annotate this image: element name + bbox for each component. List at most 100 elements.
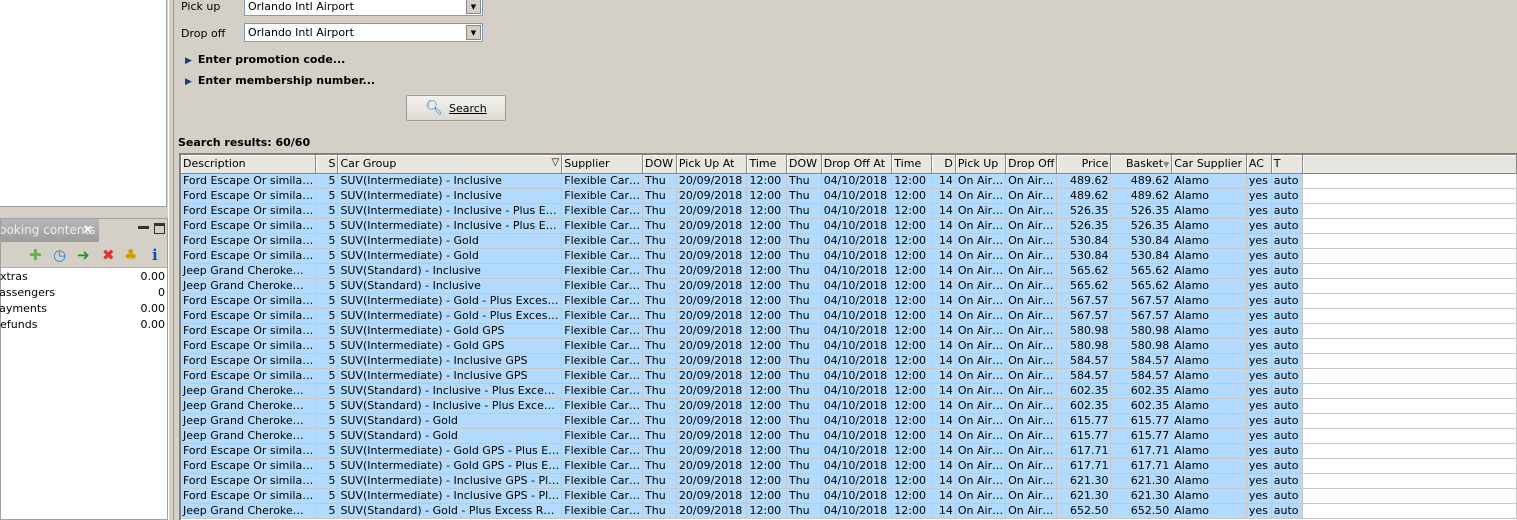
- table-row[interactable]: Jeep Grand Cheroke… 5 SUV(Standard) - Incl…: [181, 383, 1517, 399]
- table-row[interactable]: Ford Escape Or simila… 5 SUV(Intermediate)…: [181, 353, 1517, 369]
- cell-basket: 580.98: [1110, 338, 1173, 354]
- column-header[interactable]: Car Group ▽: [337, 155, 563, 174]
- column-header-label: Time: [749, 157, 777, 171]
- cell-dow: Thu: [642, 323, 677, 339]
- column-header[interactable]: DOW: [642, 155, 677, 174]
- table-row[interactable]: Ford Escape Or simila… 5 SUV(Intermediate)…: [181, 248, 1517, 264]
- cell-drop-off: On Air…: [1005, 458, 1058, 474]
- column-header[interactable]: Time: [746, 155, 787, 174]
- table-row[interactable]: Ford Escape Or simila… 5 SUV(Intermediate)…: [181, 233, 1517, 249]
- column-header[interactable]: Pick Up At: [676, 155, 748, 174]
- cell-car-group: SUV(Intermediate) - Gold GPS: [337, 338, 563, 354]
- cell-dow: Thu: [642, 173, 677, 189]
- column-header[interactable]: Supplier: [561, 155, 644, 174]
- delete-icon[interactable]: ✖: [102, 246, 115, 264]
- cell-time: 12:00: [746, 203, 787, 219]
- cell-supplier: Flexible Car…: [561, 203, 644, 219]
- table-row[interactable]: Ford Escape Or simila… 5 SUV(Intermediate)…: [181, 173, 1517, 189]
- membership-expander[interactable]: ▶ Enter membership number...: [185, 74, 375, 87]
- cell-t: auto: [1271, 488, 1303, 504]
- table-row[interactable]: Ford Escape Or simila… 5 SUV(Intermediate)…: [181, 218, 1517, 234]
- cell-description: Ford Escape Or simila…: [181, 308, 317, 324]
- cell-supplier: Flexible Car…: [561, 323, 644, 339]
- column-header[interactable]: DOW: [786, 155, 822, 174]
- tab-booking-contents[interactable]: Booking contents ✕: [1, 219, 99, 242]
- add-icon[interactable]: ✚: [29, 246, 42, 264]
- table-row[interactable]: Ford Escape Or simila… 5 SUV(Intermediate)…: [181, 473, 1517, 489]
- column-header[interactable]: D: [931, 155, 956, 174]
- cell-pick-up-at: 20/09/2018: [676, 233, 748, 249]
- cell-s: 5: [315, 353, 339, 369]
- pickup-select[interactable]: Orlando Intl Airport ▼: [244, 0, 483, 16]
- cell-time: 12:00: [746, 503, 787, 519]
- column-header[interactable]: AC: [1246, 155, 1272, 174]
- splitter[interactable]: [168, 0, 174, 520]
- row-filler: [1302, 323, 1517, 339]
- promotion-expander[interactable]: ▶ Enter promotion code...: [185, 53, 345, 66]
- cell-ac: yes: [1246, 383, 1272, 399]
- cell-car-supplier: Alamo: [1171, 458, 1247, 474]
- column-header[interactable]: Time: [891, 155, 932, 174]
- cell-description: Ford Escape Or simila…: [181, 173, 317, 189]
- cell-drop-off: On Air…: [1005, 338, 1058, 354]
- table-row[interactable]: Jeep Grand Cheroke… 5 SUV(Standard) - Gold…: [181, 413, 1517, 429]
- filter-icon[interactable]: ▽: [552, 157, 560, 168]
- column-header[interactable]: Drop Off At: [821, 155, 893, 174]
- cell-basket: 602.35: [1110, 383, 1173, 399]
- cell-description: Ford Escape Or simila…: [181, 368, 317, 384]
- cell-pick-up: On Air…: [955, 293, 1007, 309]
- table-row[interactable]: Ford Escape Or simila… 5 SUV(Intermediate)…: [181, 488, 1517, 504]
- chevron-down-icon[interactable]: ▼: [466, 0, 481, 14]
- table-row[interactable]: Ford Escape Or simila… 5 SUV(Intermediate)…: [181, 368, 1517, 384]
- table-row[interactable]: Ford Escape Or simila… 5 SUV(Intermediate)…: [181, 338, 1517, 354]
- maximize-icon[interactable]: [154, 223, 165, 234]
- column-header[interactable]: Basket▼: [1110, 155, 1173, 174]
- cell-drop-off: On Air…: [1005, 293, 1058, 309]
- table-row[interactable]: Ford Escape Or simila… 5 SUV(Intermediate)…: [181, 323, 1517, 339]
- cell-drop-off-at: 04/10/2018: [821, 203, 893, 219]
- cell-car-group: SUV(Intermediate) - Inclusive - Plus E…: [337, 203, 563, 219]
- column-header[interactable]: S: [315, 155, 339, 174]
- cell-car-supplier: Alamo: [1171, 188, 1247, 204]
- cell-basket: 580.98: [1110, 323, 1173, 339]
- cart-transfer-icon[interactable]: ➜: [77, 246, 90, 264]
- cell-basket: 615.77: [1110, 428, 1173, 444]
- row-filler: [1302, 248, 1517, 264]
- search-button[interactable]: 🔍︎ Search: [406, 95, 506, 121]
- column-header[interactable]: Drop Off: [1005, 155, 1058, 174]
- table-row[interactable]: Ford Escape Or simila… 5 SUV(Intermediate)…: [181, 458, 1517, 474]
- table-row[interactable]: Jeep Grand Cheroke… 5 SUV(Standard) - Incl…: [181, 398, 1517, 414]
- cell-pick-up: On Air…: [955, 473, 1007, 489]
- row-filler: [1302, 278, 1517, 294]
- column-header[interactable]: Price: [1056, 155, 1112, 174]
- holiday-palm-icon[interactable]: ♣: [124, 246, 137, 264]
- minimize-icon[interactable]: [138, 226, 149, 229]
- cell-time: 12:00: [746, 308, 787, 324]
- column-header[interactable]: Car Supplier: [1171, 155, 1247, 174]
- cell-d: 14: [931, 308, 956, 324]
- table-row[interactable]: Jeep Grand Cheroke… 5 SUV(Standard) - Gold…: [181, 428, 1517, 444]
- column-header[interactable]: T: [1271, 155, 1303, 174]
- cell-s: 5: [315, 293, 339, 309]
- column-header[interactable]: Pick Up: [955, 155, 1007, 174]
- table-row[interactable]: Ford Escape Or simila… 5 SUV(Intermediate)…: [181, 293, 1517, 309]
- cell-pick-up-at: 20/09/2018: [676, 443, 748, 459]
- info-icon[interactable]: i: [152, 246, 158, 264]
- table-row[interactable]: Jeep Grand Cheroke… 5 SUV(Standard) - Incl…: [181, 278, 1517, 294]
- refresh-clock-icon[interactable]: ◷: [53, 246, 66, 264]
- table-row[interactable]: Jeep Grand Cheroke… 5 SUV(Standard) - Gold…: [181, 503, 1517, 519]
- table-row[interactable]: Jeep Grand Cheroke… 5 SUV(Standard) - Incl…: [181, 263, 1517, 279]
- chevron-down-icon[interactable]: ▼: [466, 25, 481, 40]
- table-row[interactable]: Ford Escape Or simila… 5 SUV(Intermediate)…: [181, 203, 1517, 219]
- close-icon[interactable]: ✕: [82, 219, 93, 242]
- cell-pick-up: On Air…: [955, 338, 1007, 354]
- sort-desc-icon[interactable]: ▼: [1163, 160, 1169, 169]
- booking-row-value: 0: [158, 286, 165, 299]
- column-header[interactable]: Description: [181, 155, 317, 174]
- table-row[interactable]: Ford Escape Or simila… 5 SUV(Intermediate)…: [181, 188, 1517, 204]
- table-row[interactable]: Ford Escape Or simila… 5 SUV(Intermediate)…: [181, 308, 1517, 324]
- cell-car-supplier: Alamo: [1171, 413, 1247, 429]
- dropoff-select[interactable]: Orlando Intl Airport ▼: [244, 23, 483, 42]
- cell-ac: yes: [1246, 353, 1272, 369]
- table-row[interactable]: Ford Escape Or simila… 5 SUV(Intermediate)…: [181, 443, 1517, 459]
